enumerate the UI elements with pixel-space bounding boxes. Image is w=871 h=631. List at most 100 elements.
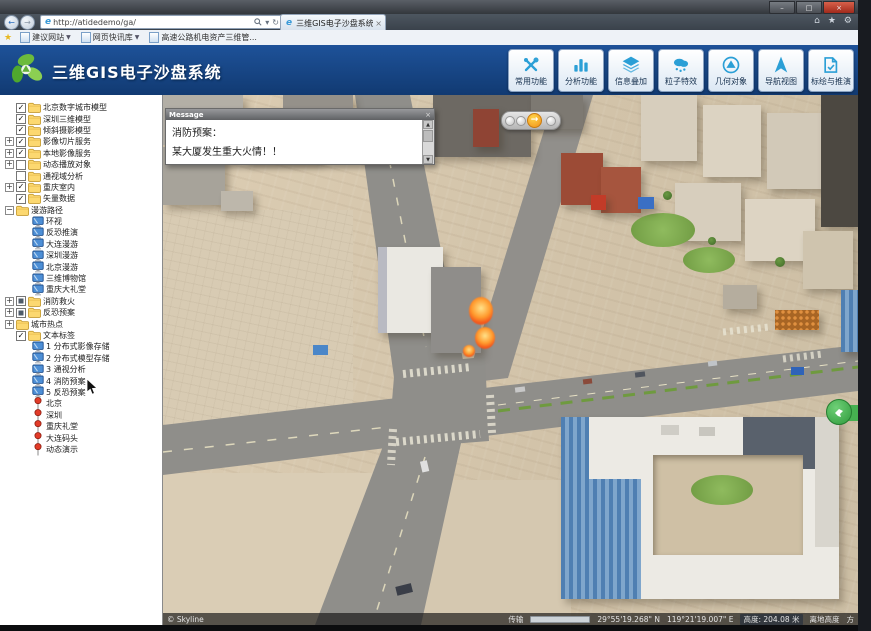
tree-item[interactable]: +城市热点: [0, 318, 162, 329]
map-3d-viewport[interactable]: Message × 消防预案： 某大厦发生重大火情！！ ▲ ▼ →: [163, 95, 858, 625]
tree-item[interactable]: 大连码头: [0, 432, 162, 443]
tree-item[interactable]: ✓矢量数据: [0, 193, 162, 204]
back-button[interactable]: ←: [4, 15, 19, 30]
tree-item[interactable]: 北京: [0, 398, 162, 409]
tree-item[interactable]: 深圳: [0, 410, 162, 421]
tree-item[interactable]: ✓北京数字城市模型: [0, 102, 162, 113]
tree-item[interactable]: −漫游路径: [0, 205, 162, 216]
tree-item[interactable]: 环视: [0, 216, 162, 227]
minimize-button[interactable]: –: [769, 1, 795, 14]
close-button[interactable]: ×: [823, 1, 855, 14]
collapse-icon[interactable]: −: [5, 206, 14, 215]
tree-item[interactable]: 重庆大礼堂: [0, 284, 162, 295]
folder-icon: [28, 296, 41, 307]
checkbox[interactable]: ✓: [16, 103, 26, 113]
checkbox[interactable]: [16, 160, 26, 170]
expand-icon[interactable]: +: [5, 183, 14, 192]
checkbox[interactable]: ✓: [16, 194, 26, 204]
tree-item[interactable]: ✓倾斜摄影模型: [0, 125, 162, 136]
tree-item[interactable]: 大连漫游: [0, 239, 162, 250]
toolbar-button-chart[interactable]: 分析功能: [558, 49, 604, 92]
favorites-items: 建议网站▼ 网页快讯库▼ 高速公路机电资产三维管...: [20, 32, 257, 43]
tab-close-icon[interactable]: ×: [375, 19, 382, 28]
tree-item[interactable]: 5 反恐预案: [0, 387, 162, 398]
message-popup-titlebar[interactable]: Message ×: [166, 109, 434, 120]
refresh-icon[interactable]: ↻: [272, 18, 279, 27]
scroll-up-icon[interactable]: ▲: [423, 120, 433, 129]
checkbox[interactable]: ✓: [16, 182, 26, 192]
tree: [663, 191, 672, 200]
side-panel-handle-button[interactable]: [826, 399, 852, 425]
tree-item[interactable]: +动态播放对象: [0, 159, 162, 170]
forward-button[interactable]: →: [20, 15, 35, 30]
tree-item[interactable]: +✓影像切片服务: [0, 136, 162, 147]
toolbar-button-plot[interactable]: 标绘与推演: [808, 49, 854, 92]
playback-button[interactable]: [546, 116, 556, 126]
home-icon[interactable]: ⌂: [814, 16, 820, 26]
checkbox[interactable]: [16, 296, 26, 306]
scroll-thumb[interactable]: [423, 130, 433, 142]
checkbox[interactable]: ✓: [16, 114, 26, 124]
checkbox[interactable]: ✓: [16, 331, 26, 341]
play-forward-button[interactable]: →: [527, 113, 542, 128]
scroll-down-icon[interactable]: ▼: [423, 155, 433, 164]
tree-item[interactable]: +✓重庆室内: [0, 182, 162, 193]
checkbox[interactable]: ✓: [16, 137, 26, 147]
toolbar-button-layers[interactable]: 信息叠加: [608, 49, 654, 92]
playback-button[interactable]: [516, 116, 526, 126]
toolbar-button-geometry[interactable]: 几何对象: [708, 49, 754, 92]
tree-item[interactable]: + 反恐预案: [0, 307, 162, 318]
checkbox[interactable]: [16, 171, 26, 181]
expand-icon[interactable]: +: [5, 149, 14, 158]
tree-item[interactable]: 深圳漫游: [0, 250, 162, 261]
app-toolbar: 常用功能分析功能信息叠加粒子特效几何对象导航视图标绘与推演: [508, 49, 854, 92]
chevron-down-icon: ▼: [135, 34, 140, 41]
tree-item[interactable]: ✓深圳三维模型: [0, 113, 162, 124]
tree-item[interactable]: 动态演示: [0, 444, 162, 455]
navigation-icon: [771, 55, 791, 75]
search-icon[interactable]: [254, 18, 262, 26]
tree-item[interactable]: 4 消防预案: [0, 375, 162, 386]
checkbox[interactable]: [16, 308, 26, 318]
add-favorite-icon[interactable]: ★: [4, 33, 12, 43]
expand-icon[interactable]: +: [5, 160, 14, 169]
toolbar-button-particles[interactable]: 粒子特效: [658, 49, 704, 92]
tree-item[interactable]: 1 分布式影像存储: [0, 341, 162, 352]
lawn: [631, 213, 695, 247]
tree-item[interactable]: 重庆礼堂: [0, 421, 162, 432]
tree-item-label: 三维博物馆: [46, 273, 86, 284]
toolbar-button-navigation[interactable]: 导航视图: [758, 49, 804, 92]
tree-item[interactable]: +消防救火: [0, 296, 162, 307]
expand-icon[interactable]: +: [5, 297, 14, 306]
tree-item[interactable]: 3 通视分析: [0, 364, 162, 375]
maximize-button[interactable]: □: [796, 1, 822, 14]
toolbar-button-label: 信息叠加: [615, 76, 647, 87]
message-popup[interactable]: Message × 消防预案： 某大厦发生重大火情！！ ▲ ▼: [165, 108, 435, 165]
address-bar[interactable]: e http://atidedemo/ga/ ▾ ↻: [40, 15, 282, 29]
tree-item[interactable]: +✓本地影像服务: [0, 148, 162, 159]
address-dropdown-icon[interactable]: ▾: [265, 18, 269, 27]
favorites-item[interactable]: 高速公路机电资产三维管...: [149, 32, 257, 43]
tree-item[interactable]: 通视域分析: [0, 170, 162, 181]
tree-item-label: 反恐预案: [43, 307, 75, 318]
favorites-item[interactable]: 建议网站▼: [20, 32, 71, 43]
tree-item[interactable]: 反恐推演: [0, 227, 162, 238]
checkbox[interactable]: ✓: [16, 125, 26, 135]
playback-button[interactable]: [505, 116, 515, 126]
toolbar-button-tools[interactable]: 常用功能: [508, 49, 554, 92]
expand-icon[interactable]: +: [5, 308, 14, 317]
tree-item[interactable]: 北京漫游: [0, 261, 162, 272]
tree-item[interactable]: 三维博物馆: [0, 273, 162, 284]
gear-icon[interactable]: ⚙: [844, 16, 852, 26]
expand-icon[interactable]: +: [5, 320, 14, 329]
toolbar-button-label: 几何对象: [715, 76, 747, 87]
checkbox[interactable]: ✓: [16, 148, 26, 158]
favorites-icon[interactable]: ★: [828, 16, 836, 26]
message-scrollbar[interactable]: ▲ ▼: [422, 120, 434, 164]
favorites-item[interactable]: 网页快讯库▼: [81, 32, 140, 43]
expand-icon[interactable]: +: [5, 137, 14, 146]
browser-tab[interactable]: e 三维GIS电子沙盘系统 ×: [280, 14, 386, 31]
tree-item[interactable]: ✓文本标签: [0, 330, 162, 341]
tree-item[interactable]: 2 分布式模型存储: [0, 353, 162, 364]
message-popup-close-icon[interactable]: ×: [425, 111, 431, 119]
